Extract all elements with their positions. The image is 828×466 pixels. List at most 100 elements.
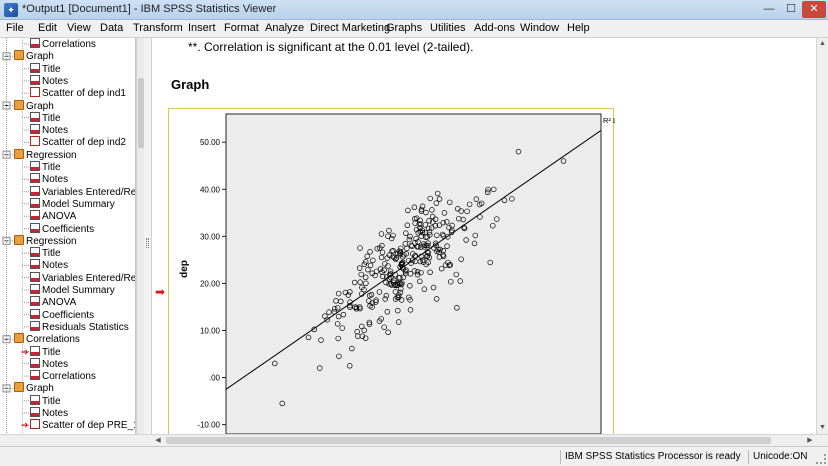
- folder-icon: [14, 333, 24, 344]
- collapse-toggle-icon: [2, 335, 11, 344]
- menu-edit[interactable]: Edit: [38, 22, 57, 34]
- window-title: *Output1 [Document1] - IBM SPSS Statisti…: [22, 3, 277, 15]
- outline-item-node[interactable]: Notes: [30, 407, 68, 419]
- table-icon: [30, 370, 40, 381]
- outline-item-node[interactable]: Title: [30, 161, 61, 173]
- outline-node-label: Graph: [26, 51, 54, 63]
- output-content-pane: **. Correlation is significant at the 0.…: [152, 38, 816, 434]
- outline-item-node[interactable]: Notes: [30, 259, 68, 271]
- notes-icon: [30, 74, 40, 85]
- outline-item-node[interactable]: Scatter of dep ind1: [30, 87, 126, 99]
- outline-item-node[interactable]: Correlations: [30, 38, 96, 50]
- outline-item-node[interactable]: Title: [30, 111, 61, 124]
- outline-item-node[interactable]: Variables Entered/Rem: [30, 271, 135, 284]
- folder-icon: [14, 382, 24, 393]
- outline-item-node[interactable]: Notes: [30, 124, 68, 136]
- menu-add-ons[interactable]: Add-ons: [474, 22, 515, 34]
- notes-icon: [30, 259, 40, 270]
- menu-help[interactable]: Help: [567, 22, 590, 34]
- table-icon: [30, 222, 40, 233]
- outline-item-node[interactable]: Scatter of dep ind2: [30, 136, 126, 148]
- outline-item-node[interactable]: ANOVA: [30, 296, 76, 308]
- outline-item-node[interactable]: Model Summary: [30, 197, 115, 210]
- menu-window[interactable]: Window: [520, 22, 559, 34]
- resize-grip[interactable]: [816, 454, 826, 464]
- outline-node-label: Notes: [42, 260, 69, 272]
- outline-folder-node[interactable]: Regression: [14, 148, 77, 161]
- outline-item-node[interactable]: ➔ Scatter of dep PRE_1: [21, 419, 135, 431]
- minimize-button[interactable]: —: [758, 1, 780, 18]
- outline-item-node[interactable]: ANOVA: [30, 210, 76, 222]
- menu-transform[interactable]: Transform: [133, 22, 183, 34]
- outline-item-node[interactable]: Notes: [30, 74, 68, 87]
- collapse-toggle-icon: [2, 52, 11, 61]
- content-horizontal-scrollbar[interactable]: ◀ ▶: [152, 434, 828, 446]
- scatter-chart-frame[interactable]: 50.00 40.00 30.00 20.00 10.00 .00 -10.00 dep R² …: [168, 108, 615, 434]
- table-icon: [30, 210, 40, 221]
- folder-icon: [14, 50, 24, 61]
- outline-folder-node[interactable]: Graph: [14, 99, 54, 112]
- title-icon: [30, 247, 40, 258]
- folder-icon: [14, 148, 24, 159]
- outline-node-label: Variables Entered/Rem: [42, 186, 136, 198]
- outline-item-node[interactable]: Model Summary: [30, 284, 115, 296]
- outline-node-label: Scatter of dep ind2: [42, 137, 126, 149]
- pane-splitter[interactable]: [144, 38, 152, 434]
- horizontal-scroll-thumb[interactable]: [166, 437, 771, 444]
- maximize-button[interactable]: ☐: [780, 1, 802, 18]
- processor-status: IBM SPSS Statistics Processor is ready: [560, 450, 745, 464]
- plot-area: [225, 113, 602, 434]
- outline-item-node[interactable]: Correlations: [30, 370, 96, 382]
- outline-item-node[interactable]: Title: [30, 394, 61, 407]
- outline-scrollbar[interactable]: [136, 38, 144, 434]
- table-icon: [30, 320, 40, 331]
- outline-folder-node[interactable]: Graph: [14, 50, 54, 62]
- close-button[interactable]: ✕: [802, 1, 826, 18]
- outline-item-node[interactable]: Title: [30, 62, 61, 75]
- title-icon: [30, 62, 40, 73]
- outline-item-node[interactable]: Title: [30, 247, 61, 259]
- outline-folder-node[interactable]: Graph: [14, 382, 54, 394]
- menu-view[interactable]: View: [67, 22, 91, 34]
- menu-analyze[interactable]: Analyze: [265, 22, 304, 34]
- title-icon: [30, 111, 40, 122]
- r-squared-label: R² Linear = 0.504: [603, 116, 615, 125]
- y-tick-label: -10.00: [197, 421, 220, 430]
- outline-item-node[interactable]: ➔ Title: [21, 345, 61, 358]
- splitter-grip[interactable]: [146, 238, 149, 248]
- outline-item-node[interactable]: Residuals Statistics: [30, 320, 129, 333]
- collapse-toggle-icon: [2, 101, 11, 110]
- content-vertical-scrollbar[interactable]: ▲ ▼: [816, 38, 828, 434]
- outline-item-node[interactable]: Coefficients: [30, 222, 94, 235]
- outline-item-node[interactable]: Variables Entered/Rem: [30, 185, 136, 198]
- unicode-status: Unicode:ON: [748, 450, 811, 464]
- folder-icon: [14, 234, 24, 245]
- scroll-down-icon[interactable]: ▼: [817, 422, 828, 434]
- outline-item-node[interactable]: Coefficients: [30, 308, 95, 321]
- graph-heading[interactable]: Graph: [171, 77, 209, 92]
- menu-direct-marketing[interactable]: Direct Marketing: [310, 22, 390, 34]
- outline-node-label: Graph: [26, 383, 54, 395]
- menu-bar: File Edit View Data Transform Insert For…: [0, 20, 828, 38]
- outline-folder-node[interactable]: Regression: [14, 234, 77, 247]
- menu-file[interactable]: File: [6, 22, 24, 34]
- scroll-right-icon[interactable]: ▶: [804, 435, 816, 446]
- menu-data[interactable]: Data: [100, 22, 123, 34]
- table-icon: [30, 38, 40, 48]
- menu-format[interactable]: Format: [224, 22, 259, 34]
- outline-item-node[interactable]: Notes: [30, 357, 68, 370]
- outline-horizontal-scrollbar[interactable]: [0, 434, 152, 446]
- outline-node-label: Correlations: [26, 334, 80, 346]
- outline-node-label: Notes: [42, 408, 69, 419]
- scroll-left-icon[interactable]: ◀: [152, 435, 164, 446]
- chart-icon: [30, 136, 40, 147]
- menu-graphs[interactable]: Graphs: [386, 22, 422, 34]
- scroll-up-icon[interactable]: ▲: [817, 38, 828, 50]
- table-icon: [30, 308, 40, 319]
- outline-folder-node[interactable]: Correlations: [14, 333, 80, 345]
- outline-item-node[interactable]: Notes: [30, 173, 68, 185]
- outline-node-label: Coefficients: [42, 309, 95, 321]
- menu-insert[interactable]: Insert: [188, 22, 216, 34]
- title-icon: [30, 394, 40, 405]
- menu-utilities[interactable]: Utilities: [430, 22, 465, 34]
